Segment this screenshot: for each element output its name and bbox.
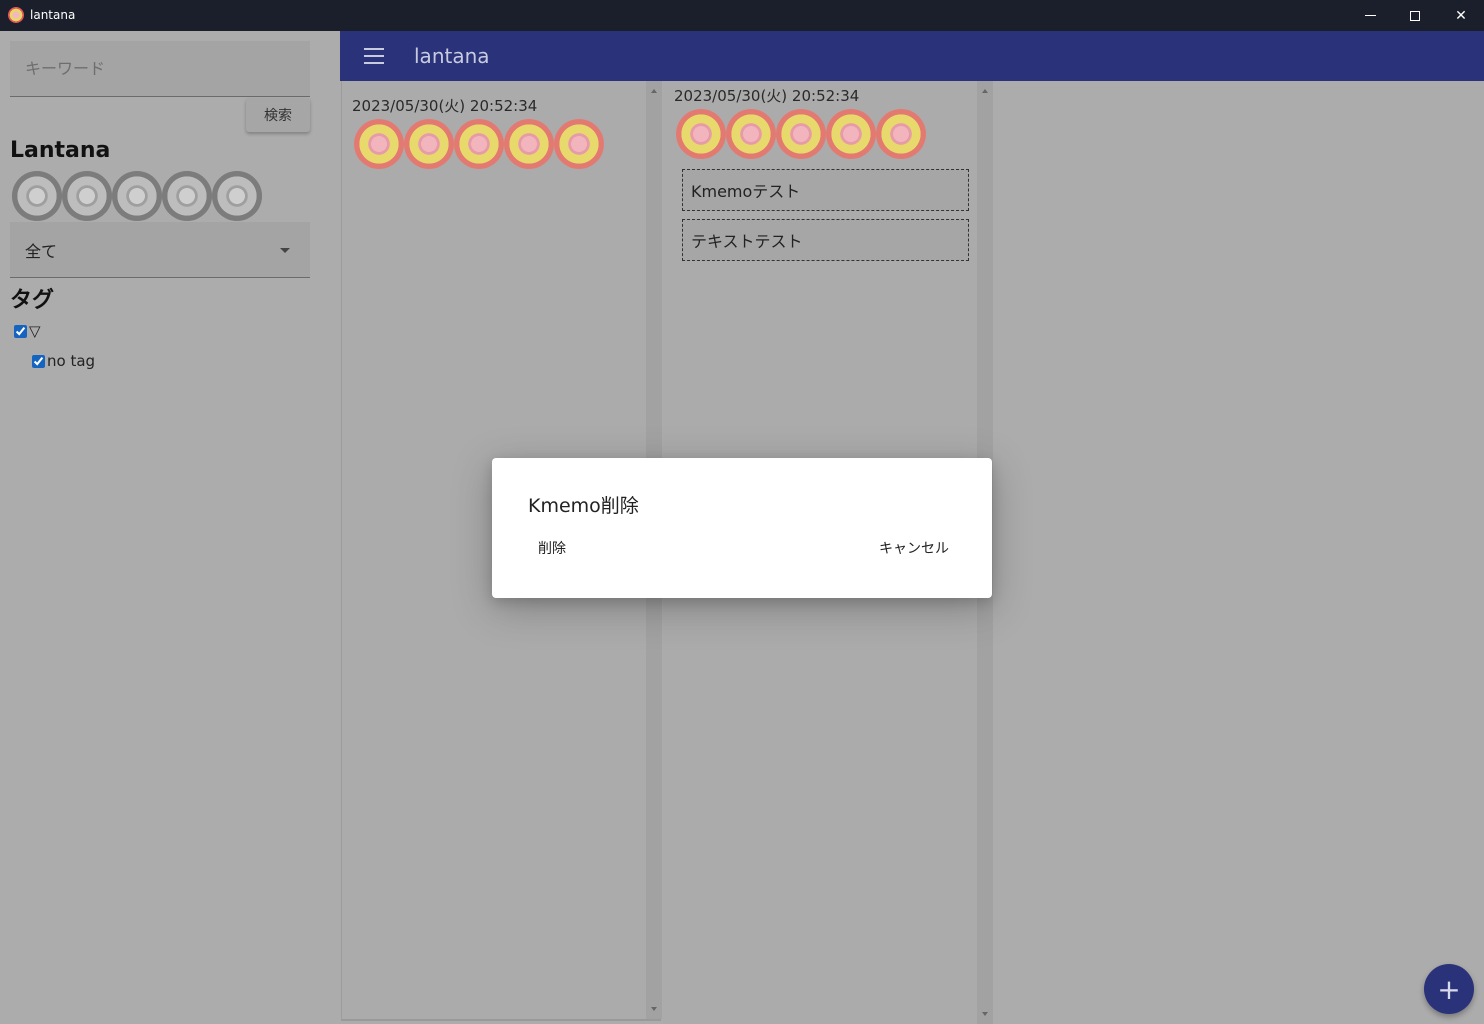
add-button[interactable]: + [1424, 964, 1474, 1014]
tag-item-no-tag: no tag [32, 352, 95, 370]
window-title: lantana [30, 8, 76, 22]
scroll-down-icon[interactable] [651, 1007, 657, 1011]
scroll-up-icon[interactable] [651, 89, 657, 93]
maximize-icon [1410, 10, 1420, 21]
tag-root-checkbox[interactable] [14, 324, 27, 338]
search-button[interactable]: 検索 [246, 98, 310, 132]
keyword-search-input[interactable] [10, 41, 310, 96]
close-icon: ✕ [1455, 7, 1467, 24]
dialog-title: Kmemo削除 [528, 495, 639, 517]
filter-select-value: 全て [25, 241, 58, 261]
lantana-flower-icon [8, 7, 24, 23]
cancel-button[interactable]: キャンセル [879, 538, 949, 558]
minimize-button[interactable] [1347, 0, 1393, 31]
entry-timestamp: 2023/05/30(火) 20:52:34 [352, 97, 538, 115]
app-bar-title: lantana [414, 44, 490, 68]
lantana-flower-icon [504, 119, 554, 169]
app-name-heading: Lantana [10, 138, 111, 163]
gray-flower-icon[interactable] [212, 171, 262, 221]
lantana-flower-icon [676, 109, 726, 159]
app-bar: lantana [340, 31, 1484, 81]
lantana-flower-icon [554, 119, 604, 169]
tag-tree-root: ▽ [14, 322, 41, 340]
kmemo-item[interactable]: テキストテスト [682, 219, 969, 261]
gray-flower-icon[interactable] [162, 171, 212, 221]
entry-timestamp: 2023/05/30(火) 20:52:34 [674, 87, 860, 105]
delete-button[interactable]: 削除 [538, 538, 566, 558]
rating-flowers-gray[interactable] [12, 171, 262, 221]
minimize-icon [1364, 15, 1376, 16]
hamburger-menu-icon[interactable] [364, 48, 384, 64]
lantana-flower-icon [404, 119, 454, 169]
window-titlebar: lantana ✕ [0, 0, 1484, 31]
rating-flowers [354, 119, 604, 169]
scroll-up-icon[interactable] [982, 89, 988, 93]
sidebar: 検索 Lantana 全て タグ ▽ no tag [0, 31, 340, 1024]
lantana-flower-icon [876, 109, 926, 159]
tag-root-toggle[interactable]: ▽ [29, 322, 41, 340]
lantana-flower-icon [726, 109, 776, 159]
scroll-down-icon[interactable] [982, 1012, 988, 1016]
close-button[interactable]: ✕ [1438, 0, 1484, 31]
search-field [10, 41, 310, 97]
lantana-flower-icon [354, 119, 404, 169]
lantana-flower-icon [776, 109, 826, 159]
plus-icon: + [1437, 972, 1461, 1006]
lantana-flower-icon [826, 109, 876, 159]
tag-no-tag-checkbox[interactable] [32, 354, 45, 368]
delete-kmemo-dialog: Kmemo削除 削除 キャンセル [492, 458, 992, 598]
tag-heading: タグ [10, 288, 55, 313]
gray-flower-icon[interactable] [112, 171, 162, 221]
gray-flower-icon[interactable] [62, 171, 112, 221]
maximize-button[interactable] [1392, 0, 1438, 31]
kmemo-item[interactable]: Kmemoテスト [682, 169, 969, 211]
gray-flower-icon[interactable] [12, 171, 62, 221]
filter-select[interactable]: 全て [10, 222, 310, 278]
tag-no-tag-label: no tag [47, 352, 96, 370]
lantana-flower-icon [454, 119, 504, 169]
rating-flowers [676, 109, 926, 159]
dropdown-arrow-icon [280, 248, 290, 253]
